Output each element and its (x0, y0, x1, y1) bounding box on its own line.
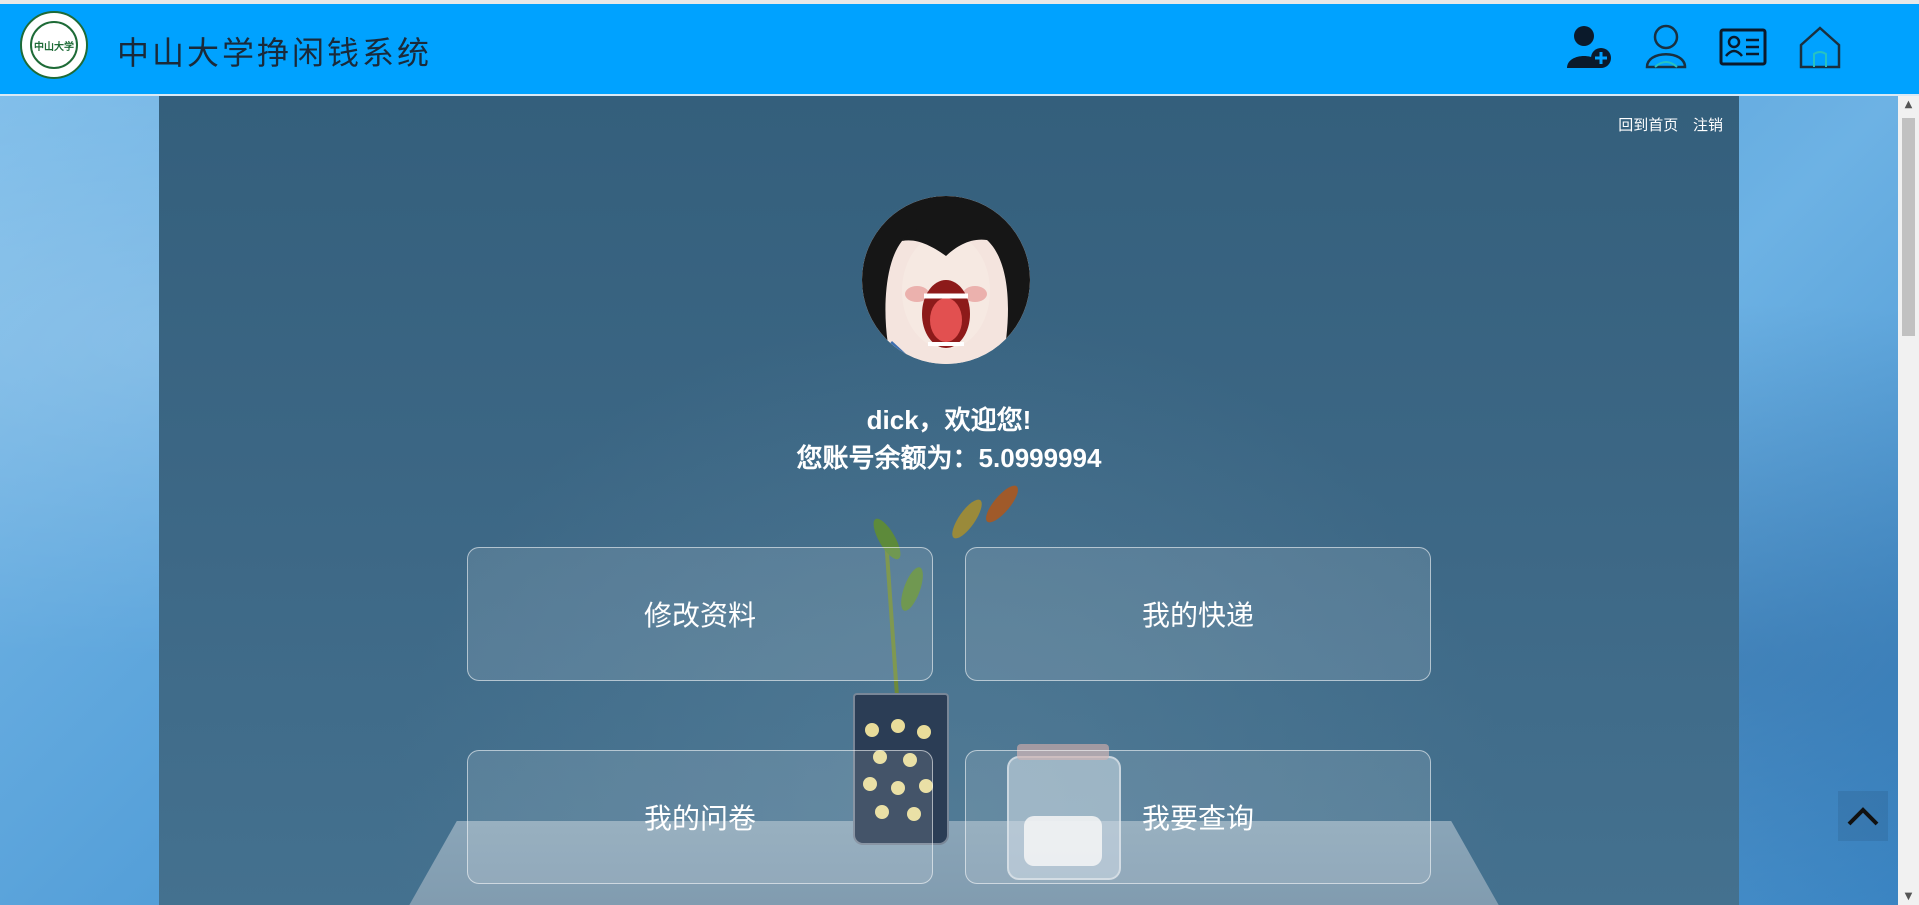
home-icon[interactable] (1795, 22, 1845, 72)
header-bar: 中山大学 中山大学挣闲钱系统 (0, 4, 1919, 96)
my-express-label: 我的快递 (1141, 600, 1254, 631)
edit-profile-label: 修改资料 (643, 600, 756, 631)
top-links: 回到首页 注销 (1608, 114, 1723, 135)
vertical-scrollbar[interactable]: ▲ ▼ (1898, 96, 1919, 905)
query-label: 我要查询 (1141, 803, 1254, 834)
scroll-down-arrow-icon[interactable]: ▼ (1898, 888, 1919, 905)
user-icon[interactable] (1641, 22, 1691, 72)
logout-link[interactable]: 注销 (1693, 116, 1723, 134)
scroll-up-arrow-icon[interactable]: ▲ (1898, 96, 1919, 113)
main-panel: 回到首页 注销 dick，欢迎您! 您账号余额为：5.0999994 修改资料 … (159, 96, 1739, 905)
logo-seal-icon: 中山大学 (30, 21, 78, 69)
my-survey-label: 我的问卷 (643, 803, 756, 834)
logo-text: 中山大学 (34, 41, 74, 53)
plant-leaf (981, 481, 1023, 527)
avatar[interactable] (862, 196, 1030, 364)
id-card-icon[interactable] (1718, 22, 1768, 72)
home-link[interactable]: 回到首页 (1618, 116, 1678, 134)
chevron-up-icon (1847, 807, 1879, 826)
balance-text: 您账号余额为：5.0999994 (796, 443, 1102, 473)
plant-leaf (947, 495, 987, 543)
my-express-button[interactable]: 我的快递 (965, 547, 1431, 681)
my-survey-button[interactable]: 我的问卷 (467, 750, 933, 884)
query-button[interactable]: 我要查询 (965, 750, 1431, 884)
university-logo: 中山大学 (20, 11, 88, 79)
back-to-top-button[interactable] (1838, 791, 1888, 841)
site-title: 中山大学挣闲钱系统 (117, 34, 433, 72)
edit-profile-button[interactable]: 修改资料 (467, 547, 933, 681)
add-user-icon[interactable] (1564, 22, 1614, 72)
scroll-thumb[interactable] (1902, 118, 1915, 336)
welcome-greeting: dick，欢迎您! (866, 405, 1032, 435)
